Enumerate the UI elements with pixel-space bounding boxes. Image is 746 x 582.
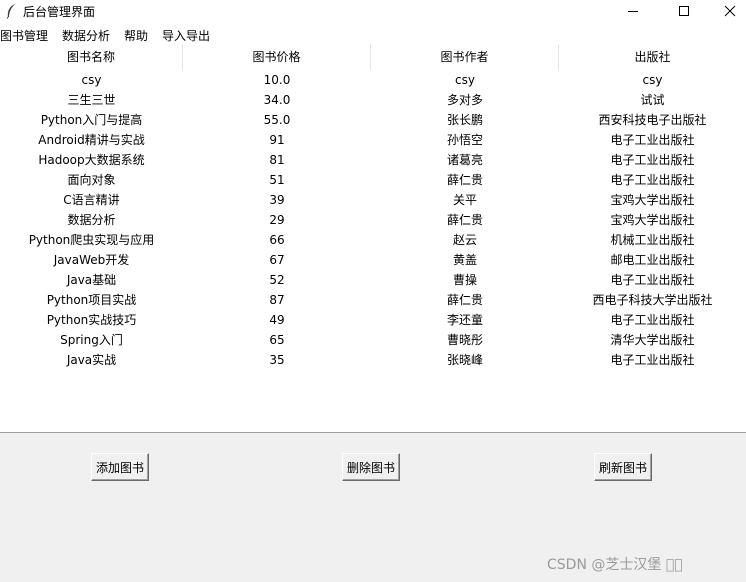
cell-title: Hadoop大数据系统 bbox=[38, 153, 145, 167]
column-header-author[interactable]: 图书作者 bbox=[371, 44, 559, 70]
cell-price: 65 bbox=[269, 333, 285, 347]
cell-title: Java实战 bbox=[66, 353, 117, 367]
cell-author: 薛仁贵 bbox=[446, 173, 483, 187]
table-row[interactable]: C语言精讲 39 关平 宝鸡大学出版社 bbox=[0, 190, 746, 210]
cell-author: 赵云 bbox=[452, 233, 477, 247]
add-book-button[interactable]: 添加图书 bbox=[91, 453, 149, 481]
column-header-price[interactable]: 图书价格 bbox=[183, 44, 371, 70]
cell-publisher: 清华大学出版社 bbox=[610, 333, 695, 347]
table-row[interactable]: Java实战 35 张晓峰 电子工业出版社 bbox=[0, 350, 746, 370]
table-header: 图书名称 图书价格 图书作者 出版社 bbox=[0, 44, 746, 70]
cell-price: 51 bbox=[269, 173, 285, 187]
table-row[interactable]: Spring入门 65 曹晓彤 清华大学出版社 bbox=[0, 330, 746, 350]
delete-book-button[interactable]: 删除图书 bbox=[342, 453, 400, 481]
cell-price: 29 bbox=[269, 213, 285, 227]
cell-author: 多对多 bbox=[446, 93, 483, 107]
table-row[interactable]: csy 10.0 csy csy bbox=[0, 70, 746, 90]
minimize-button[interactable] bbox=[610, 0, 656, 22]
cell-title: Python入门与提高 bbox=[40, 113, 143, 127]
cell-publisher: 电子工业出版社 bbox=[610, 353, 695, 367]
cell-author: 曹操 bbox=[452, 273, 477, 287]
cell-price: 35 bbox=[269, 353, 285, 367]
cell-title: JavaWeb开发 bbox=[53, 253, 130, 267]
cell-price: 87 bbox=[269, 293, 285, 307]
cell-title: Android精讲与实战 bbox=[38, 133, 145, 147]
cell-price: 66 bbox=[269, 233, 285, 247]
cell-publisher: 电子工业出版社 bbox=[610, 133, 695, 147]
cell-publisher: 宝鸡大学出版社 bbox=[610, 213, 695, 227]
cell-author: 薛仁贵 bbox=[446, 293, 483, 307]
cell-title: Python项目实战 bbox=[46, 293, 137, 307]
cell-price: 34.0 bbox=[263, 93, 291, 107]
cell-publisher: 电子工业出版社 bbox=[610, 273, 695, 287]
close-button[interactable] bbox=[707, 0, 746, 22]
cell-publisher: 西电子科技大学出版社 bbox=[592, 293, 713, 307]
cell-author: 李还童 bbox=[446, 313, 483, 327]
cell-title: 数据分析 bbox=[67, 213, 116, 227]
table-row[interactable]: Hadoop大数据系统 81 诸葛亮 电子工业出版社 bbox=[0, 150, 746, 170]
cell-publisher: 邮电工业出版社 bbox=[610, 253, 695, 267]
watermark: CSDN @芝士汉堡 ￿￿ bbox=[547, 557, 683, 573]
cell-publisher: 机械工业出版社 bbox=[610, 233, 695, 247]
menu-item-help[interactable]: 帮助 bbox=[124, 27, 148, 44]
refresh-books-button[interactable]: 刷新图书 bbox=[594, 453, 652, 481]
cell-author: 曹晓彤 bbox=[446, 333, 483, 347]
column-header-publisher[interactable]: 出版社 bbox=[559, 44, 746, 70]
cell-author: 张长鹏 bbox=[446, 113, 483, 127]
table-row[interactable]: Python项目实战 87 薛仁贵 西电子科技大学出版社 bbox=[0, 290, 746, 310]
table-row[interactable]: 面向对象 51 薛仁贵 电子工业出版社 bbox=[0, 170, 746, 190]
cell-title: C语言精讲 bbox=[63, 193, 120, 207]
cell-title: Python实战技巧 bbox=[46, 313, 137, 327]
cell-author: csy bbox=[455, 73, 475, 87]
cell-author: 张晓峰 bbox=[446, 353, 483, 367]
cell-price: 91 bbox=[269, 133, 285, 147]
column-header-title[interactable]: 图书名称 bbox=[0, 44, 183, 70]
cell-publisher: 电子工业出版社 bbox=[610, 313, 695, 327]
cell-title: Python爬虫实现与应用 bbox=[28, 233, 155, 247]
cell-author: 薛仁贵 bbox=[446, 213, 483, 227]
menu-item-data-analysis[interactable]: 数据分析 bbox=[62, 27, 110, 44]
cell-price: 67 bbox=[269, 253, 285, 267]
cell-price: 49 bbox=[269, 313, 285, 327]
book-table[interactable]: 图书名称 图书价格 图书作者 出版社 csy 10.0 csy csy 三生三世 34.0… bbox=[0, 44, 746, 432]
cell-author: 孙悟空 bbox=[446, 133, 483, 147]
table-row[interactable]: JavaWeb开发 67 黄盖 邮电工业出版社 bbox=[0, 250, 746, 270]
cell-publisher: csy bbox=[642, 73, 663, 87]
maximize-icon bbox=[679, 6, 689, 16]
close-icon bbox=[724, 5, 736, 17]
table-row[interactable]: Android精讲与实战 91 孙悟空 电子工业出版社 bbox=[0, 130, 746, 150]
cell-publisher: 西安科技电子出版社 bbox=[598, 113, 707, 127]
menu-item-book-management[interactable]: 图书管理 bbox=[0, 27, 48, 44]
menu-bar: 图书管理 数据分析 帮助 导入导出 bbox=[0, 22, 746, 44]
cell-author: 关平 bbox=[452, 193, 477, 207]
table-row[interactable]: 数据分析 29 薛仁贵 宝鸡大学出版社 bbox=[0, 210, 746, 230]
cell-author: 诸葛亮 bbox=[446, 153, 483, 167]
menu-item-import-export[interactable]: 导入导出 bbox=[162, 27, 210, 44]
cell-publisher: 宝鸡大学出版社 bbox=[610, 193, 695, 207]
table-row[interactable]: 三生三世 34.0 多对多 试试 bbox=[0, 90, 746, 110]
maximize-button[interactable] bbox=[661, 0, 707, 22]
cell-title: Spring入门 bbox=[60, 333, 123, 347]
window-title: 后台管理界面 bbox=[23, 5, 96, 19]
cell-price: 81 bbox=[269, 153, 285, 167]
cell-price: 52 bbox=[269, 273, 285, 287]
table-row[interactable]: Python入门与提高 55.0 张长鹏 西安科技电子出版社 bbox=[0, 110, 746, 130]
cell-publisher: 电子工业出版社 bbox=[610, 173, 695, 187]
table-row[interactable]: Java基础 52 曹操 电子工业出版社 bbox=[0, 270, 746, 290]
table-row[interactable]: Python爬虫实现与应用 66 赵云 机械工业出版社 bbox=[0, 230, 746, 250]
cell-price: 39 bbox=[269, 193, 285, 207]
title-bar: 后台管理界面 bbox=[0, 0, 746, 22]
cell-title: 三生三世 bbox=[67, 93, 116, 107]
cell-title: 面向对象 bbox=[67, 173, 116, 187]
cell-title: csy bbox=[81, 73, 102, 87]
cell-title: Java基础 bbox=[66, 273, 117, 287]
cell-publisher: 试试 bbox=[640, 93, 665, 107]
cell-price: 55.0 bbox=[263, 113, 291, 127]
feather-icon bbox=[4, 3, 18, 19]
cell-author: 黄盖 bbox=[452, 253, 477, 267]
cell-price: 10.0 bbox=[263, 73, 291, 87]
minimize-icon bbox=[628, 11, 638, 12]
cell-publisher: 电子工业出版社 bbox=[610, 153, 695, 167]
table-row[interactable]: Python实战技巧 49 李还童 电子工业出版社 bbox=[0, 310, 746, 330]
